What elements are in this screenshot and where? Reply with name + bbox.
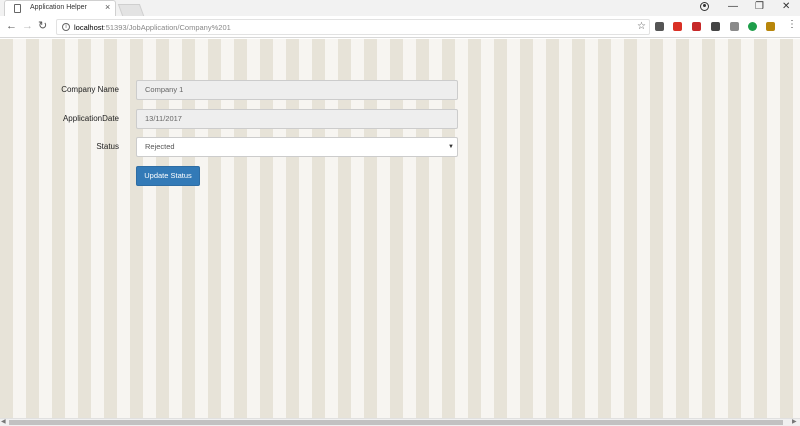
horizontal-scrollbar[interactable]: ◀ ▶	[0, 418, 800, 426]
extension-icon-1[interactable]	[655, 22, 664, 31]
url-text[interactable]: localhost:51393/JobApplication/Company%2…	[74, 23, 231, 32]
application-date-label: ApplicationDate	[62, 114, 119, 123]
scroll-left-icon[interactable]: ◀	[1, 418, 6, 425]
application-date-field[interactable]: 13/11/2017	[136, 109, 458, 129]
info-icon[interactable]: i	[62, 23, 70, 31]
extension-icon-6[interactable]	[748, 22, 757, 31]
page-icon	[14, 4, 21, 13]
status-label: Status	[96, 142, 119, 151]
status-selected-value: Rejected	[145, 142, 175, 151]
browser-toolbar: ← → ↻ i localhost:51393/JobApplication/C…	[0, 16, 800, 38]
update-status-button[interactable]: Update Status	[136, 166, 200, 186]
new-tab-button[interactable]	[117, 4, 145, 16]
address-bar[interactable]: i localhost:51393/JobApplication/Company…	[56, 19, 650, 35]
title-bar: Application Helper × — ❐ ✕	[0, 0, 800, 16]
dropdown-arrow-icon: ▼	[448, 144, 454, 150]
url-host: localhost	[74, 23, 104, 32]
tab-close-icon[interactable]: ×	[105, 2, 110, 12]
scroll-right-icon[interactable]: ▶	[792, 418, 797, 425]
page-content: Company Name Company 1 ApplicationDate 1…	[0, 39, 800, 418]
back-button[interactable]: ←	[6, 20, 17, 32]
profile-icon[interactable]	[700, 2, 709, 11]
tab-title: Application Helper	[30, 4, 87, 11]
url-path: :51393/JobApplication/Company%201	[103, 23, 231, 32]
bookmark-star-icon[interactable]: ☆	[637, 21, 646, 32]
extension-icon-4[interactable]	[711, 22, 720, 31]
reload-button[interactable]: ↻	[38, 20, 47, 32]
application-date-row: ApplicationDate 13/11/2017	[0, 109, 800, 129]
minimize-button[interactable]: —	[728, 1, 738, 12]
restore-button[interactable]: ❐	[755, 1, 764, 12]
browser-tab[interactable]: Application Helper ×	[4, 0, 116, 16]
status-select[interactable]: Rejected ▼	[136, 137, 458, 157]
extension-icon-5[interactable]	[730, 22, 739, 31]
extension-icon-7[interactable]	[766, 22, 775, 31]
company-name-field[interactable]: Company 1	[136, 80, 458, 100]
company-name-label: Company Name	[61, 85, 119, 94]
company-name-row: Company Name Company 1	[0, 80, 800, 100]
scrollbar-thumb[interactable]	[9, 420, 783, 425]
close-window-button[interactable]: ✕	[782, 1, 790, 12]
extension-icon-2[interactable]	[673, 22, 682, 31]
status-row: Status Rejected ▼	[0, 137, 800, 157]
extension-icon-3[interactable]	[692, 22, 701, 31]
forward-button[interactable]: →	[22, 20, 33, 32]
browser-menu-icon[interactable]: ⋮	[787, 20, 797, 30]
